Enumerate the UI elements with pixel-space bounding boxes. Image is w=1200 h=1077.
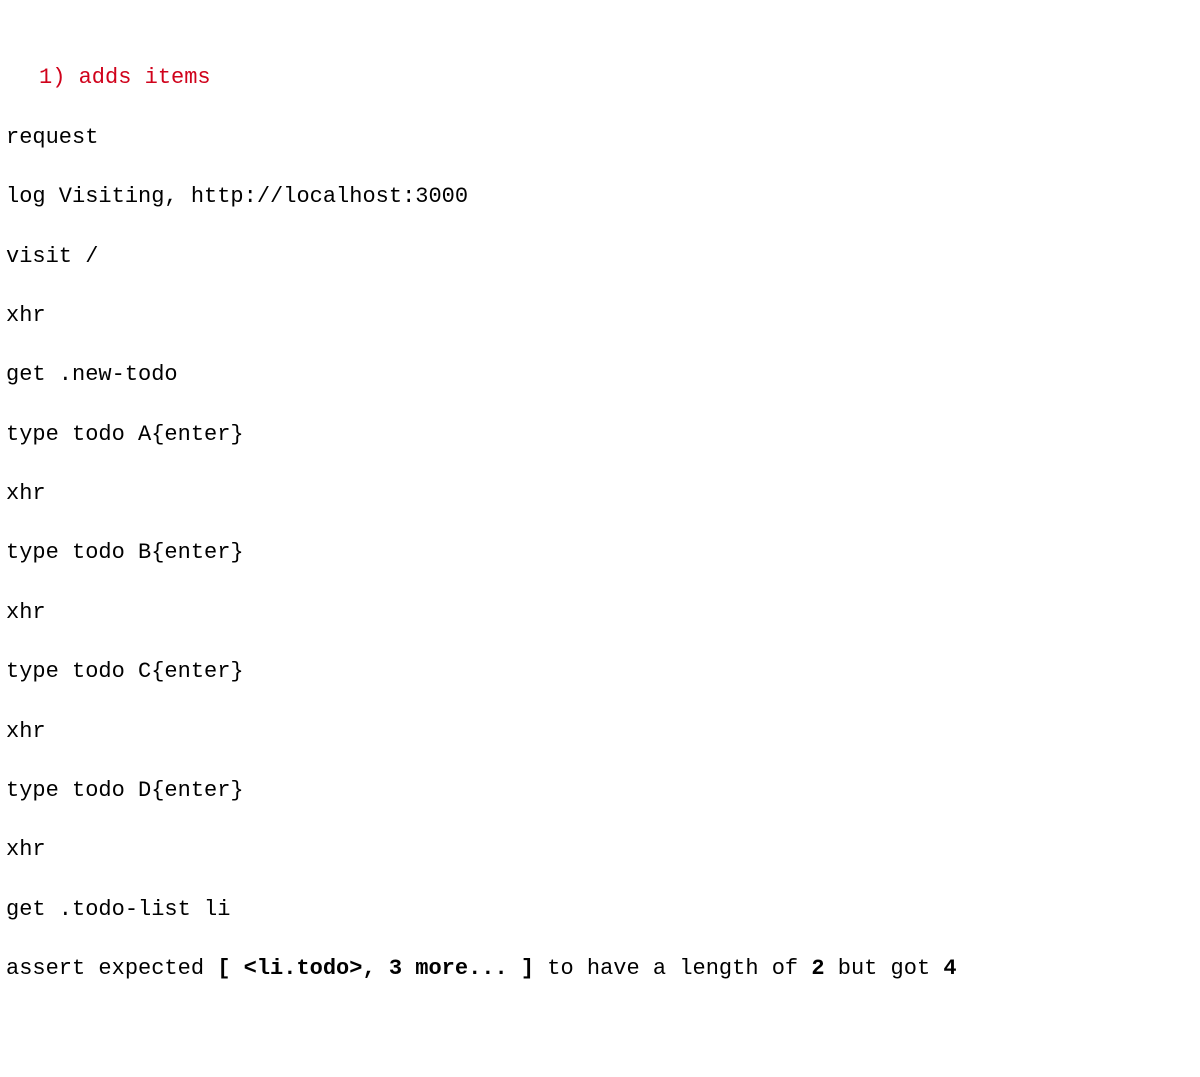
log-line-visiting: log Visiting, http://localhost:3000 — [6, 182, 1194, 212]
log-line-xhr-2: xhr — [6, 479, 1194, 509]
assert-bracket-open: [ — [217, 956, 243, 981]
test-title: 1) adds items — [6, 63, 1194, 93]
assert-connector: but got — [825, 956, 944, 981]
test-index: 1) — [39, 65, 65, 90]
log-line-request: request — [6, 123, 1194, 153]
assert-middle: to have a length of — [534, 956, 811, 981]
test-name: adds items — [79, 65, 211, 90]
log-line-xhr-5: xhr — [6, 835, 1194, 865]
log-line-type-a: type todo A{enter} — [6, 420, 1194, 450]
log-line-type-c: type todo C{enter} — [6, 657, 1194, 687]
assert-actual: 4 — [943, 956, 956, 981]
assert-expected: 2 — [811, 956, 824, 981]
log-line-xhr-1: xhr — [6, 301, 1194, 331]
assert-prefix: assert expected — [6, 956, 217, 981]
log-line-xhr-4: xhr — [6, 717, 1194, 747]
log-line-xhr-3: xhr — [6, 598, 1194, 628]
log-line-visit: visit / — [6, 242, 1194, 272]
log-line-type-b: type todo B{enter} — [6, 538, 1194, 568]
assert-element: <li.todo>, 3 more... — [244, 956, 508, 981]
log-line-get-todolist: get .todo-list li — [6, 895, 1194, 925]
log-line-type-d: type todo D{enter} — [6, 776, 1194, 806]
assert-line: assert expected [ <li.todo>, 3 more... ]… — [6, 954, 1194, 984]
log-line-get-newtodo: get .new-todo — [6, 360, 1194, 390]
assert-bracket-close: ] — [508, 956, 534, 981]
